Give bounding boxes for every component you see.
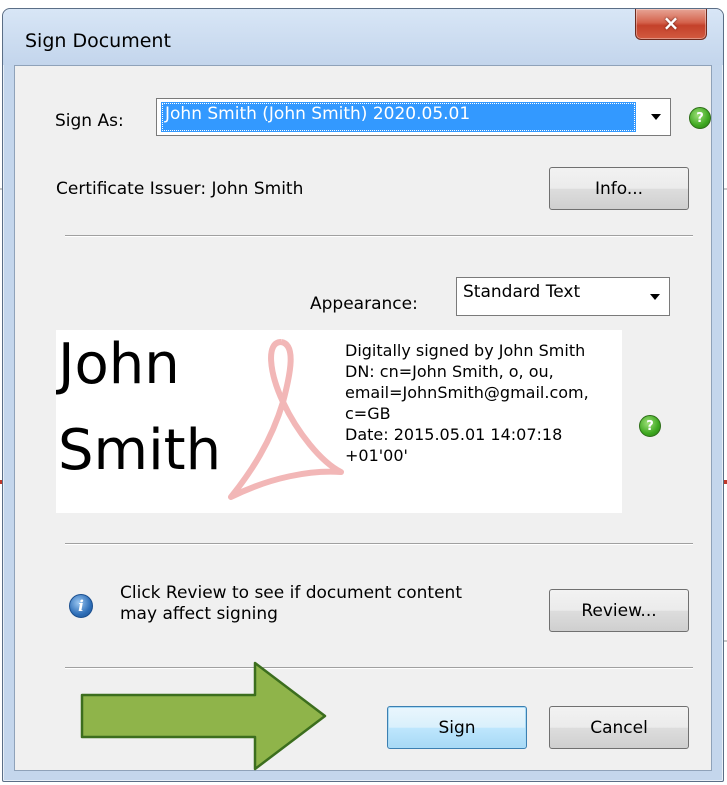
- review-message-line: Click Review to see if document content: [120, 583, 462, 603]
- signature-preview: John Smith Digitally signed by John Smit…: [56, 330, 622, 513]
- info-button[interactable]: Info...: [549, 167, 689, 210]
- separator: [65, 543, 693, 545]
- certificate-issuer-text: Certificate Issuer: John Smith: [56, 179, 304, 199]
- help-icon[interactable]: ?: [689, 107, 711, 129]
- signature-detail-line: +01'00': [345, 446, 408, 465]
- sign-as-selected-value: John Smith (John Smith) 2020.05.01: [161, 102, 636, 132]
- arrow-shape: [80, 661, 327, 771]
- green-arrow-annotation: [80, 661, 327, 771]
- title-bar[interactable]: Sign Document ×: [3, 9, 723, 65]
- chevron-down-icon[interactable]: [641, 278, 669, 315]
- review-message: Click Review to see if document content …: [120, 583, 520, 625]
- acrobat-watermark-icon: [228, 339, 344, 500]
- signature-name-line1: John: [58, 332, 180, 397]
- signature-detail-line: c=GB: [345, 404, 391, 423]
- signature-name-line2: Smith: [58, 418, 222, 483]
- dialog-title: Sign Document: [25, 30, 171, 52]
- review-button[interactable]: Review...: [549, 589, 689, 632]
- appearance-selected-value: Standard Text: [463, 282, 581, 302]
- close-icon: ×: [662, 11, 680, 35]
- separator: [65, 235, 693, 237]
- signature-detail-line: DN: cn=John Smith, o, ou,: [345, 362, 554, 381]
- cancel-button[interactable]: Cancel: [549, 706, 689, 749]
- sign-as-dropdown[interactable]: John Smith (John Smith) 2020.05.01: [156, 98, 671, 136]
- help-icon[interactable]: ?: [639, 415, 661, 437]
- review-message-line: may affect signing: [120, 604, 278, 624]
- appearance-dropdown[interactable]: Standard Text: [456, 277, 670, 316]
- info-icon: i: [69, 594, 93, 618]
- appearance-label: Appearance:: [310, 294, 418, 314]
- signature-details: Digitally signed by John Smith DN: cn=Jo…: [345, 340, 622, 466]
- sign-as-label: Sign As:: [55, 111, 124, 131]
- sign-button[interactable]: Sign: [387, 706, 527, 749]
- signature-detail-line: Date: 2015.05.01 14:07:18: [345, 425, 563, 444]
- close-button[interactable]: ×: [635, 9, 707, 40]
- signature-detail-line: Digitally signed by John Smith: [345, 341, 586, 360]
- chevron-down-icon[interactable]: [642, 99, 670, 135]
- signature-detail-line: email=JohnSmith@gmail.com,: [345, 383, 589, 402]
